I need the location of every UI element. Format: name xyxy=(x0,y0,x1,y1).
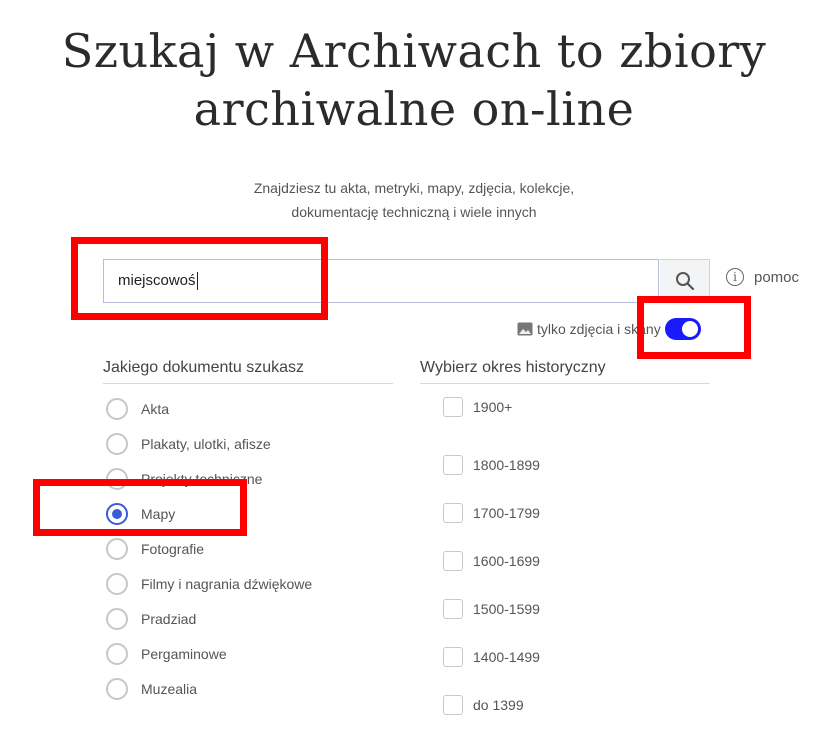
document-type-label: Muzealia xyxy=(141,680,198,697)
scans-label: tylko zdjęcia i skany xyxy=(537,321,661,337)
radio-unchecked[interactable] xyxy=(106,397,128,420)
radio-unchecked[interactable] xyxy=(106,642,128,665)
document-type-option[interactable]: Filmy i nagrania dźwiękowe xyxy=(106,566,312,601)
period-list: 1900+ 1800-1899 1700-1799 1600-1699 1500-159… xyxy=(443,393,540,729)
search-input-value: miejscowoś xyxy=(118,272,196,289)
checkbox[interactable] xyxy=(443,396,463,417)
document-type-option[interactable]: Muzealia xyxy=(106,671,312,706)
document-type-label: Plakaty, ulotki, afisze xyxy=(141,435,271,452)
document-type-option[interactable]: Mapy xyxy=(106,496,312,531)
document-type-label: Mapy xyxy=(141,505,176,522)
text-caret xyxy=(196,272,198,290)
document-type-option[interactable]: Pradziad xyxy=(106,601,312,636)
period-label: 1600-1699 xyxy=(473,553,540,569)
subtitle-line-2: dokumentację techniczną i wiele innych xyxy=(291,204,537,220)
scans-toggle[interactable] xyxy=(664,318,701,340)
radio-unchecked[interactable] xyxy=(106,677,128,700)
document-type-label: Fotografie xyxy=(141,540,205,557)
period-option[interactable]: do 1399 xyxy=(443,681,540,729)
period-option[interactable]: 1600-1699 xyxy=(443,537,540,585)
period-option[interactable]: 1900+ xyxy=(443,393,540,420)
period-option[interactable]: 1800-1899 xyxy=(443,441,540,489)
document-type-label: Akta xyxy=(141,400,170,417)
document-type-option[interactable]: Plakaty, ulotki, afisze xyxy=(106,426,312,461)
page-subtitle: Znajdziesz tu akta, metryki, mapy, zdjęc… xyxy=(0,176,828,224)
help-label: pomoc xyxy=(754,268,800,286)
document-type-label: Pradziad xyxy=(141,610,197,627)
document-type-label: Filmy i nagrania dźwiękowe xyxy=(141,575,313,592)
document-type-label: Projekty techniczne xyxy=(141,470,263,487)
period-label: 1800-1899 xyxy=(473,457,540,473)
period-heading: Wybierz okres historyczny xyxy=(420,359,710,384)
checkbox[interactable] xyxy=(443,599,463,619)
document-type-option[interactable]: Pergaminowe xyxy=(106,636,312,671)
period-label: do 1399 xyxy=(473,697,524,713)
document-type-option[interactable]: Fotografie xyxy=(106,531,312,566)
search-input[interactable]: miejscowoś xyxy=(103,259,659,303)
period-option[interactable]: 1500-1599 xyxy=(443,585,540,633)
help-link[interactable]: i pomoc xyxy=(726,268,799,286)
document-type-heading: Jakiego dokumentu szukasz xyxy=(103,359,393,384)
radio-unchecked[interactable] xyxy=(106,467,128,490)
document-type-option[interactable]: Akta xyxy=(106,391,312,426)
radio-unchecked[interactable] xyxy=(106,607,128,630)
period-label: 1700-1799 xyxy=(473,505,540,521)
checkbox[interactable] xyxy=(443,647,463,667)
title-line-1: Szukaj w Archiwach to zbiory xyxy=(61,24,767,78)
radio-checked[interactable] xyxy=(106,502,128,525)
document-type-option[interactable]: Projekty techniczne xyxy=(106,461,312,496)
checkbox[interactable] xyxy=(443,695,463,715)
radio-unchecked[interactable] xyxy=(106,432,128,455)
checkbox[interactable] xyxy=(443,551,463,571)
info-icon: i xyxy=(726,268,744,286)
period-option[interactable]: 1400-1499 xyxy=(443,633,540,681)
radio-unchecked[interactable] xyxy=(106,537,128,560)
checkbox[interactable] xyxy=(443,503,463,523)
subtitle-line-1: Znajdziesz tu akta, metryki, mapy, zdjęc… xyxy=(253,180,575,196)
period-option[interactable]: 1700-1799 xyxy=(443,489,540,537)
title-line-2: archiwalne on-line xyxy=(193,82,635,136)
search-icon xyxy=(675,272,694,291)
scans-only-filter: tylko zdjęcia i skany xyxy=(517,318,701,340)
radio-unchecked[interactable] xyxy=(106,572,128,595)
period-label: 1900+ xyxy=(473,398,513,415)
document-type-label: Pergaminowe xyxy=(141,645,227,662)
toggle-knob xyxy=(681,321,698,337)
page-title: Szukaj w Archiwach to zbiory archiwalne … xyxy=(0,22,828,138)
period-label: 1500-1599 xyxy=(473,601,540,617)
search-button[interactable] xyxy=(660,259,710,303)
period-label: 1400-1499 xyxy=(473,649,540,665)
document-type-list: Akta Plakaty, ulotki, afisze Projekty tech… xyxy=(106,391,312,706)
checkbox[interactable] xyxy=(443,455,463,475)
image-icon xyxy=(517,322,533,336)
